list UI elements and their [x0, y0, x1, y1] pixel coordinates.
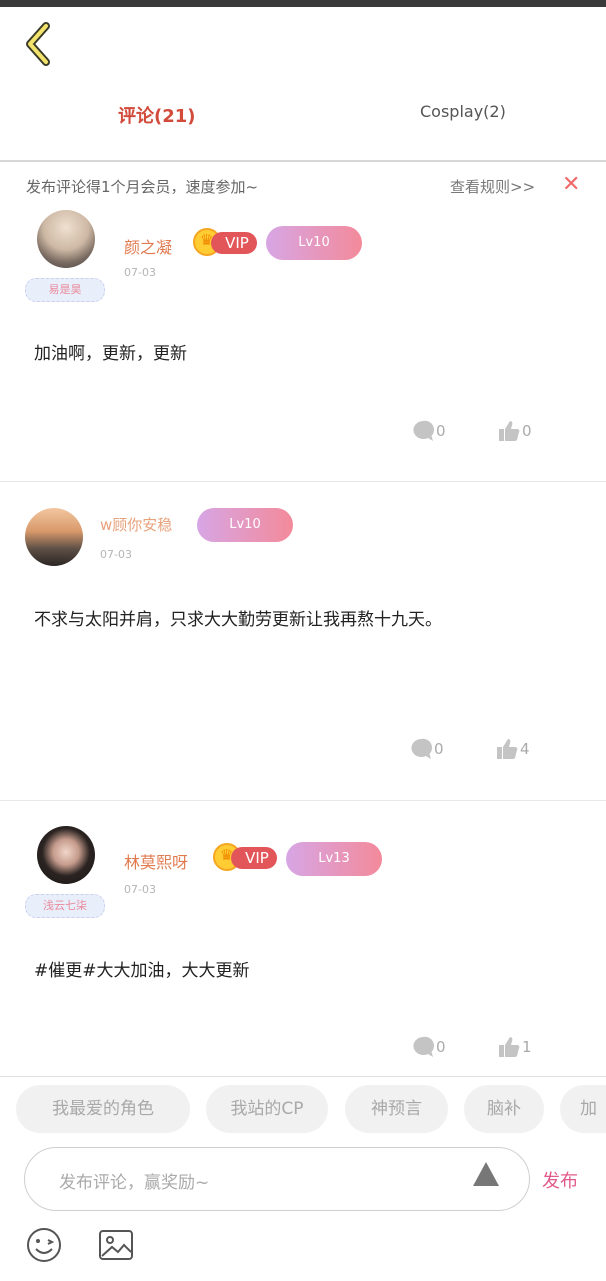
- like-button[interactable]: 0: [498, 420, 532, 444]
- avatar[interactable]: [37, 210, 95, 268]
- level-badge: Lv13: [286, 842, 382, 876]
- comment-date: 07-03: [124, 266, 156, 279]
- reply-count: 0: [434, 740, 444, 758]
- thumbs-up-icon: [499, 1037, 520, 1057]
- username[interactable]: w顾你安稳: [100, 514, 172, 535]
- like-count: 1: [522, 1038, 532, 1056]
- comment-bubble-icon: [413, 420, 434, 441]
- reply-count: 0: [436, 1038, 446, 1056]
- comment-text: #催更#大大加油，大大更新: [34, 961, 250, 981]
- avatar[interactable]: [37, 826, 95, 884]
- tab-comments[interactable]: 评论(21): [118, 102, 196, 128]
- chevron-left-icon: [26, 22, 50, 66]
- comment-bubble-icon: [411, 738, 432, 759]
- comment-bubble-icon: [413, 1036, 434, 1057]
- emoji-icon[interactable]: [26, 1227, 62, 1263]
- comment-input-placeholder: 发布评论，赢奖励~: [59, 1173, 210, 1193]
- comment-item: 易是昊 颜之凝 VIP Lv10 07-03 加油啊，更新，更新 0 0: [0, 204, 606, 482]
- username[interactable]: 林莫熙呀: [124, 849, 188, 873]
- vip-label: VIP: [231, 847, 277, 869]
- view-rules-link[interactable]: 查看规则>>: [450, 176, 535, 197]
- back-button[interactable]: [22, 22, 58, 66]
- comment-date: 07-03: [100, 548, 132, 561]
- comment-text: 不求与太阳并肩，只求大大勤劳更新让我再熬十九天。: [34, 610, 442, 630]
- vip-badge: VIP: [213, 843, 277, 871]
- publish-button[interactable]: 发布: [542, 1167, 578, 1193]
- notice-banner: 发布评论得1个月会员，速度参加~ 查看规则>> ✕: [0, 170, 606, 204]
- comment-text: 加油啊，更新，更新: [34, 344, 187, 364]
- status-bar: [0, 0, 606, 7]
- reply-count: 0: [436, 422, 446, 440]
- image-icon[interactable]: [98, 1229, 134, 1261]
- level-badge: Lv10: [266, 226, 362, 260]
- like-count: 0: [522, 422, 532, 440]
- reply-button[interactable]: 0: [412, 420, 446, 444]
- tab-divider: [0, 160, 606, 162]
- comment-item: 浅云七柒 林莫熙呀 VIP Lv13 07-03 #催更#大大加油，大大更新 0…: [0, 801, 606, 1076]
- comment-composer: 我最爱的角色 我站的CP 神预言 脑补 加油 发布评论，赢奖励~ 发布: [0, 1076, 606, 1281]
- avatar-frame-tag: 浅云七柒: [25, 894, 105, 918]
- quick-tag[interactable]: 脑补: [464, 1085, 544, 1133]
- like-button[interactable]: 4: [496, 738, 530, 762]
- quick-tag[interactable]: 神预言: [345, 1085, 448, 1133]
- vip-badge: VIP: [193, 228, 257, 256]
- username[interactable]: 颜之凝: [124, 234, 172, 258]
- vip-label: VIP: [211, 232, 257, 254]
- tab-bar: 评论(21) Cosplay(2): [0, 82, 606, 152]
- like-button[interactable]: 1: [498, 1036, 532, 1060]
- thumbs-up-icon: [497, 739, 518, 759]
- close-icon[interactable]: ✕: [562, 172, 580, 197]
- like-count: 4: [520, 740, 530, 758]
- comment-input[interactable]: 发布评论，赢奖励~: [24, 1147, 530, 1211]
- quick-tag[interactable]: 我站的CP: [206, 1085, 328, 1133]
- reply-button[interactable]: 0: [410, 738, 444, 762]
- tab-cosplay[interactable]: Cosplay(2): [420, 102, 506, 121]
- comment-date: 07-03: [124, 883, 156, 896]
- reply-button[interactable]: 0: [412, 1036, 446, 1060]
- quick-tag[interactable]: 我最爱的角色: [16, 1085, 190, 1133]
- thumbs-up-icon: [499, 421, 520, 441]
- notice-text: 发布评论得1个月会员，速度参加~: [26, 178, 259, 196]
- avatar-frame-tag: 易是昊: [25, 278, 105, 302]
- level-badge: Lv10: [197, 508, 293, 542]
- quick-tag[interactable]: 加油: [560, 1085, 606, 1133]
- triangle-up-icon[interactable]: [473, 1162, 499, 1186]
- comment-item: w顾你安稳 Lv10 07-03 不求与太阳并肩，只求大大勤劳更新让我再熬十九天…: [0, 482, 606, 800]
- avatar[interactable]: [25, 508, 83, 566]
